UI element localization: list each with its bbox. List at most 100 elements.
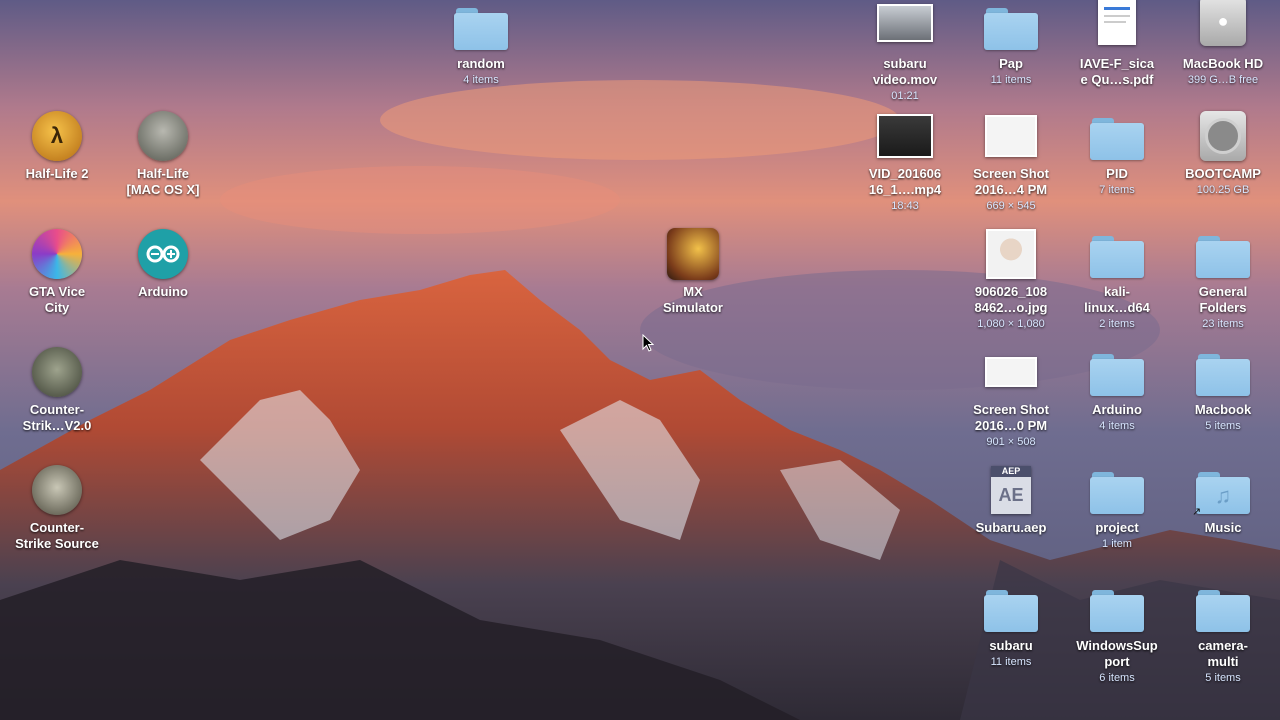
gta-icon <box>29 228 85 280</box>
icon-meta: 7 items <box>1099 184 1135 196</box>
vid-mp4-file[interactable]: VID_201606 16_1….mp4 18:43 <box>853 110 957 214</box>
icon-label: subaru <box>989 638 1033 653</box>
icon-meta: 669 × 545 <box>986 200 1036 212</box>
gta-vice-city-app[interactable]: GTA Vice City <box>5 228 109 316</box>
icon-label: Macbook <box>1194 402 1252 417</box>
folder-icon <box>1195 346 1251 398</box>
icon-meta: 01:21 <box>891 90 919 102</box>
icon-label: kali- linux…d64 <box>1084 284 1150 315</box>
icon-label: Half-Life [MAC OS X] <box>126 166 200 197</box>
aep-icon: AEP AE <box>983 464 1039 516</box>
mouse-cursor-icon <box>642 334 654 352</box>
icon-label: Counter- Strik…V2.0 <box>22 402 92 433</box>
icon-label: PID <box>1106 166 1128 181</box>
icon-label: Screen Shot 2016…0 PM <box>973 402 1049 433</box>
screenshot-4pm-file[interactable]: Screen Shot 2016…4 PM 669 × 545 <box>959 110 1063 214</box>
icon-label: Half-Life 2 <box>25 166 89 181</box>
half-life-icon <box>135 110 191 162</box>
icon-label: Subaru.aep <box>975 520 1047 535</box>
icon-label: VID_201606 16_1….mp4 <box>868 166 942 197</box>
icon-label: project <box>1095 520 1139 535</box>
image-icon <box>983 346 1039 398</box>
screenshot-0pm-file[interactable]: Screen Shot 2016…0 PM 901 × 508 <box>959 346 1063 450</box>
arduino-folder[interactable]: Arduino 4 items <box>1065 346 1169 434</box>
pap-folder[interactable]: Pap 11 items <box>959 0 1063 88</box>
pdf-icon <box>1089 0 1145 52</box>
icon-meta: 11 items <box>990 656 1032 668</box>
project-folder[interactable]: project 1 item <box>1065 464 1169 552</box>
drive-icon <box>1195 110 1251 162</box>
random-folder[interactable]: random 4 items <box>429 0 533 88</box>
icon-label: IAVE-F_sica e Qu…s.pdf <box>1079 56 1155 87</box>
camera-multi-folder[interactable]: camera- multi 5 items <box>1171 582 1275 686</box>
folder-icon <box>1089 582 1145 634</box>
icon-label: camera- multi <box>1198 638 1248 669</box>
icon-label: WindowsSup port <box>1076 638 1158 669</box>
icon-meta: 399 G…B free <box>1187 74 1259 86</box>
video-icon <box>877 110 933 162</box>
icon-meta: 5 items <box>1205 420 1241 432</box>
macbook-folder[interactable]: Macbook 5 items <box>1171 346 1275 434</box>
alias-arrow-icon: ↗ <box>1192 506 1202 518</box>
half-life-mac-app[interactable]: Half-Life [MAC OS X] <box>111 110 215 198</box>
icon-label: MX Simulator <box>663 284 723 315</box>
icon-label: Arduino <box>138 284 188 299</box>
icon-meta: 5 items <box>1205 672 1241 684</box>
folder-icon <box>1089 464 1145 516</box>
image-icon <box>983 228 1039 280</box>
icon-label: random <box>457 56 505 71</box>
icon-meta: 4 items <box>463 74 499 86</box>
folder-icon <box>1089 228 1145 280</box>
counter-strike-source-icon <box>29 464 85 516</box>
windows-support-folder[interactable]: WindowsSup port 6 items <box>1065 582 1169 686</box>
icon-meta: 6 items <box>1099 672 1135 684</box>
icon-meta: 11 items <box>990 74 1032 86</box>
jpg-image-file[interactable]: 906026_108 8462…o.jpg 1,080 × 1,080 <box>959 228 1063 332</box>
video-icon <box>877 0 933 52</box>
icon-label: Pap <box>999 56 1023 71</box>
drive-icon: ● <box>1195 0 1251 52</box>
folder-icon <box>983 0 1039 52</box>
folder-icon <box>453 0 509 52</box>
icon-label: subaru video.mov <box>872 56 938 87</box>
icon-label: 906026_108 8462…o.jpg <box>974 284 1048 315</box>
music-folder-alias[interactable]: ♫ ↗ Music <box>1171 464 1275 536</box>
half-life-2-app[interactable]: λ Half-Life 2 <box>5 110 109 182</box>
counter-strike-v2-app[interactable]: Counter- Strik…V2.0 <box>5 346 109 434</box>
image-icon <box>983 110 1039 162</box>
mx-simulator-icon <box>665 228 721 280</box>
subaru-folder[interactable]: subaru 11 items <box>959 582 1063 670</box>
music-folder-icon: ♫ ↗ <box>1192 464 1251 518</box>
pid-folder[interactable]: PID 7 items <box>1065 110 1169 198</box>
macbook-hd-drive[interactable]: ● MacBook HD 399 G…B free <box>1171 0 1275 88</box>
icon-meta: 18:43 <box>891 200 919 212</box>
mx-simulator-app[interactable]: MX Simulator <box>641 228 745 316</box>
aep-letters: AE <box>998 484 1024 505</box>
aep-badge: AEP <box>991 466 1031 477</box>
bootcamp-drive[interactable]: BOOTCAMP 100.25 GB <box>1171 110 1275 198</box>
icon-meta: 23 items <box>1202 318 1244 330</box>
icon-label: Screen Shot 2016…4 PM <box>973 166 1049 197</box>
kali-linux-folder[interactable]: kali- linux…d64 2 items <box>1065 228 1169 332</box>
subaru-aep-file[interactable]: AEP AE Subaru.aep <box>959 464 1063 536</box>
icon-meta: 901 × 508 <box>986 436 1036 448</box>
folder-icon <box>1089 346 1145 398</box>
counter-strike-source-app[interactable]: Counter- Strike Source <box>5 464 109 552</box>
arduino-app[interactable]: Arduino <box>111 228 215 300</box>
icon-label: Arduino <box>1092 402 1142 417</box>
subaru-video-file[interactable]: subaru video.mov 01:21 <box>853 0 957 104</box>
folder-icon <box>1089 110 1145 162</box>
folder-icon <box>1195 228 1251 280</box>
icon-label: Music <box>1204 520 1242 535</box>
folder-icon <box>1195 582 1251 634</box>
icon-label: General Folders <box>1198 284 1248 315</box>
icon-meta: 1 item <box>1102 538 1132 550</box>
icon-meta: 1,080 × 1,080 <box>977 318 1045 330</box>
icon-meta: 4 items <box>1099 420 1135 432</box>
icon-meta: 100.25 GB <box>1196 184 1250 196</box>
general-folders-folder[interactable]: General Folders 23 items <box>1171 228 1275 332</box>
icon-label: GTA Vice City <box>28 284 86 315</box>
pdf-file[interactable]: IAVE-F_sica e Qu…s.pdf <box>1065 0 1169 88</box>
half-life-2-icon: λ <box>29 110 85 162</box>
desktop[interactable]: random 4 items λ Half-Life 2 Half-Life [… <box>0 0 1280 720</box>
